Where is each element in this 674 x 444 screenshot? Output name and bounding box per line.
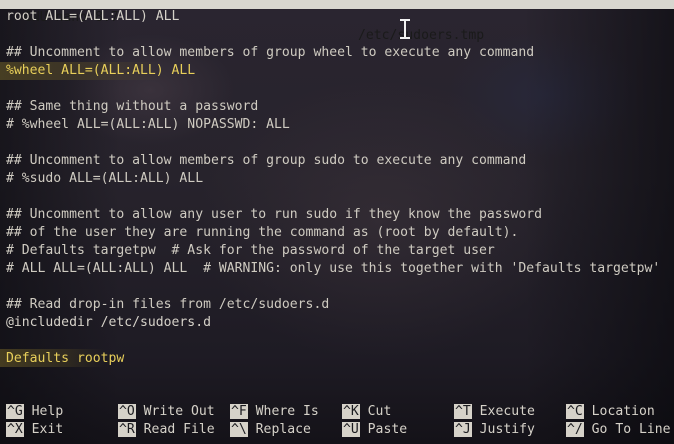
editor-line[interactable]: ## Same thing without a password <box>6 98 674 116</box>
shortcut-label: Go To Line <box>591 422 671 437</box>
editor-buffer[interactable]: root ALL=(ALL:ALL) ALL ## Uncomment to a… <box>6 8 674 368</box>
editor-line[interactable]: ## Uncomment to allow members of group w… <box>6 44 674 62</box>
shortcut-label: Paste <box>367 422 408 437</box>
editor-line[interactable] <box>6 80 674 98</box>
shortcut-label: Location <box>591 404 655 419</box>
editor-line[interactable]: # ALL ALL=(ALL:ALL) ALL # WARNING: only … <box>6 260 674 278</box>
shortcut-replace[interactable]: ^\ Replace <box>230 421 311 439</box>
shortcut-help[interactable]: ^G Help <box>6 403 63 421</box>
shortcut-key: ^C <box>566 404 584 419</box>
shortcut-key: ^\ <box>230 422 248 437</box>
shortcut-write-out[interactable]: ^O Write Out <box>118 403 215 421</box>
shortcut-justify[interactable]: ^J Justify <box>454 421 535 439</box>
editor-line[interactable]: ## Uncomment to allow any user to run su… <box>6 206 674 224</box>
shortcut-cut[interactable]: ^K Cut <box>342 403 391 421</box>
shortcut-label: Exit <box>31 422 64 437</box>
shortcut-exit[interactable]: ^X Exit <box>6 421 63 439</box>
shortcut-label: Replace <box>255 422 311 437</box>
shortcut-key: ^T <box>454 404 472 419</box>
shortcut-key: ^J <box>454 422 472 437</box>
editor-line[interactable]: root ALL=(ALL:ALL) ALL <box>6 8 674 26</box>
editor-line[interactable]: # %sudo ALL=(ALL:ALL) ALL <box>6 170 674 188</box>
editor-line[interactable]: # Defaults targetpw # Ask for the passwo… <box>6 242 674 260</box>
shortcut-label: Help <box>31 404 64 419</box>
editor-line[interactable]: # %wheel ALL=(ALL:ALL) NOPASSWD: ALL <box>6 116 674 134</box>
shortcut-label: Where Is <box>255 404 319 419</box>
shortcut-paste[interactable]: ^U Paste <box>342 421 407 439</box>
editor-line[interactable]: @includedir /etc/sudoers.d <box>6 314 674 332</box>
editor-line[interactable] <box>6 278 674 296</box>
shortcut-key: ^F <box>230 404 248 419</box>
shortcut-label: Execute <box>479 404 535 419</box>
editor-line[interactable]: Defaults rootpw <box>6 350 674 368</box>
shortcut-execute[interactable]: ^T Execute <box>454 403 535 421</box>
shortcut-where-is[interactable]: ^F Where Is <box>230 403 319 421</box>
mouse-ibeam-cursor-icon <box>400 19 410 39</box>
shortcut-key: ^K <box>342 404 360 419</box>
shortcut-label: Read File <box>143 422 215 437</box>
shortcut-location[interactable]: ^C Location <box>566 403 655 421</box>
editor-line[interactable] <box>6 188 674 206</box>
shortcut-key: ^U <box>342 422 360 437</box>
editor-line[interactable]: ## of the user they are running the comm… <box>6 224 674 242</box>
shortcut-go-to-line[interactable]: ^/ Go To Line <box>566 421 671 439</box>
shortcut-key: ^X <box>6 422 24 437</box>
shortcut-row: ^G Help ^O Write Out ^F Where Is ^K Cut … <box>6 403 674 421</box>
shortcut-row: ^X Exit ^R Read File ^\ Replace ^U Paste… <box>6 421 674 439</box>
editor-line[interactable] <box>6 134 674 152</box>
shortcut-label: Write Out <box>143 404 215 419</box>
shortcut-key: ^/ <box>566 422 584 437</box>
editor-line[interactable]: ## Read drop-in files from /etc/sudoers.… <box>6 296 674 314</box>
editor-line[interactable]: %wheel ALL=(ALL:ALL) ALL <box>6 62 674 80</box>
editor-line[interactable] <box>6 26 674 44</box>
shortcut-bar: ^G Help ^O Write Out ^F Where Is ^K Cut … <box>6 403 674 439</box>
shortcut-key: ^O <box>118 404 136 419</box>
editor-line[interactable] <box>6 332 674 350</box>
shortcut-read-file[interactable]: ^R Read File <box>118 421 215 439</box>
shortcut-key: ^R <box>118 422 136 437</box>
editor-line[interactable]: ## Uncomment to allow members of group s… <box>6 152 674 170</box>
shortcut-label: Cut <box>367 404 392 419</box>
shortcut-label: Justify <box>479 422 535 437</box>
shortcut-key: ^G <box>6 404 24 419</box>
